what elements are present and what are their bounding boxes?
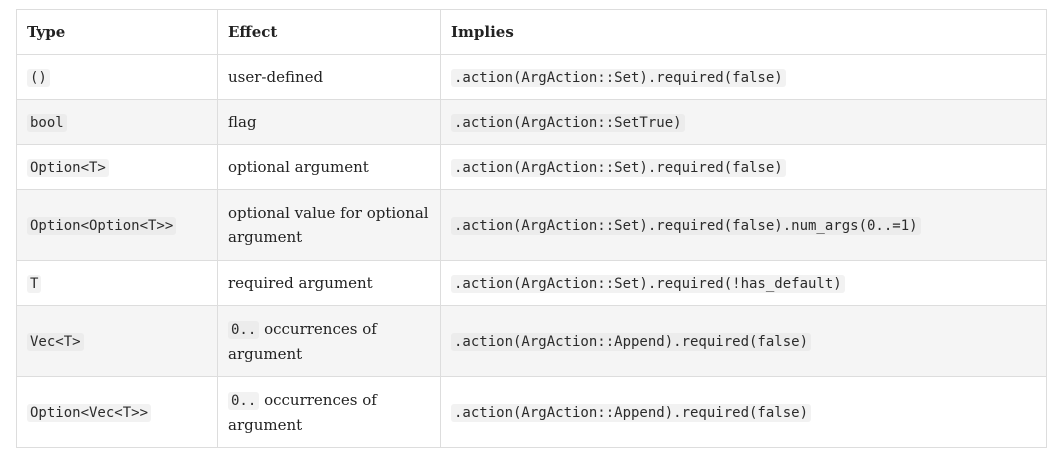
- type-cell: Vec<T>: [16, 305, 218, 377]
- header-implies: Implies: [440, 9, 1047, 55]
- implies-code: .action(ArgAction::Append).required(fals…: [451, 332, 812, 351]
- effect-cell: optional argument: [217, 144, 441, 190]
- effect-code: 0..: [228, 391, 260, 410]
- effect-cell: 0.. occurrences of argument: [217, 305, 441, 377]
- implies-cell: .action(ArgAction::SetTrue): [440, 99, 1047, 145]
- implies-code: .action(ArgAction::Set).required(false): [451, 68, 786, 87]
- effect-cell: required argument: [217, 260, 441, 306]
- table-row: Vec<T> 0.. occurrences of argument .acti…: [16, 305, 1047, 377]
- type-code: Option<Vec<T>>: [27, 403, 152, 422]
- type-code: Option<T>: [27, 158, 109, 177]
- header-effect: Effect: [217, 9, 441, 55]
- type-mapping-table-container: Type Effect Implies () user-defined .act…: [16, 9, 1047, 448]
- implies-code: .action(ArgAction::Set).required(false): [451, 158, 786, 177]
- implies-cell: .action(ArgAction::Set).required(false): [440, 54, 1047, 100]
- implies-cell: .action(ArgAction::Append).required(fals…: [440, 376, 1047, 448]
- type-cell: Option<Option<T>>: [16, 189, 218, 261]
- header-type: Type: [16, 9, 218, 55]
- implies-code: .action(ArgAction::Append).required(fals…: [451, 403, 812, 422]
- type-code: bool: [27, 113, 67, 132]
- type-mapping-table: Type Effect Implies () user-defined .act…: [16, 9, 1047, 448]
- table-row: () user-defined .action(ArgAction::Set).…: [16, 54, 1047, 100]
- table-row: Option<Vec<T>> 0.. occurrences of argume…: [16, 376, 1047, 448]
- implies-code: .action(ArgAction::SetTrue): [451, 113, 685, 132]
- effect-cell: 0.. occurrences of argument: [217, 376, 441, 448]
- implies-cell: .action(ArgAction::Append).required(fals…: [440, 305, 1047, 377]
- type-code: Vec<T>: [27, 332, 84, 351]
- implies-cell: .action(ArgAction::Set).required(!has_de…: [440, 260, 1047, 306]
- implies-code: .action(ArgAction::Set).required(false).…: [451, 216, 921, 235]
- type-code: T: [27, 274, 42, 293]
- implies-cell: .action(ArgAction::Set).required(false).…: [440, 189, 1047, 261]
- type-code: (): [27, 68, 50, 87]
- table-row: T required argument .action(ArgAction::S…: [16, 260, 1047, 306]
- table-row: bool flag .action(ArgAction::SetTrue): [16, 99, 1047, 145]
- effect-code: 0..: [228, 320, 260, 339]
- effect-cell: flag: [217, 99, 441, 145]
- type-cell: Option<T>: [16, 144, 218, 190]
- type-cell: (): [16, 54, 218, 100]
- type-cell: Option<Vec<T>>: [16, 376, 218, 448]
- implies-cell: .action(ArgAction::Set).required(false): [440, 144, 1047, 190]
- effect-cell: user-defined: [217, 54, 441, 100]
- type-code: Option<Option<T>>: [27, 216, 177, 235]
- table-row: Option<Option<T>> optional value for opt…: [16, 189, 1047, 261]
- table-header-row: Type Effect Implies: [16, 9, 1047, 55]
- type-cell: T: [16, 260, 218, 306]
- effect-cell: optional value for optional argument: [217, 189, 441, 261]
- implies-code: .action(ArgAction::Set).required(!has_de…: [451, 274, 845, 293]
- type-cell: bool: [16, 99, 218, 145]
- table-row: Option<T> optional argument .action(ArgA…: [16, 144, 1047, 190]
